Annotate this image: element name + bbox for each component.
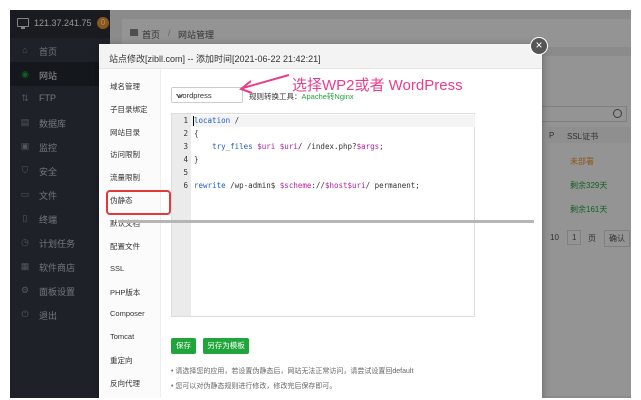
annotation-text: 选择WP2或者 WordPress <box>292 77 463 94</box>
save-as-template-button[interactable]: 另存为模板 <box>203 338 249 354</box>
modal-nav-item-14[interactable]: 防盗链 <box>99 395 161 398</box>
modal-title: 站点修改[zibll.com] -- 添加时间[2021-06-22 21:42… <box>109 54 321 64</box>
modal-nav-label: SSL <box>110 264 125 273</box>
code-line: try_files $uri $uri/ /index.php?$args; <box>212 142 384 151</box>
modal-nav-item-9[interactable]: PHP版本 <box>99 282 161 300</box>
code-line: } <box>194 155 199 164</box>
modal-nav-item-7[interactable]: 配置文件 <box>99 236 161 254</box>
rewrite-code-editor[interactable]: 1 location / 2 {3 try_files $uri $uri/ /ind… <box>171 113 475 317</box>
horizontal-scrollbar[interactable] <box>118 220 534 223</box>
modal-nav-item-2[interactable]: 网站目录 <box>99 122 161 140</box>
modal-nav-item-1[interactable]: 子目录绑定 <box>99 99 161 117</box>
modal-nav-label: Tomcat <box>110 332 135 341</box>
line-number: 3 <box>183 142 188 151</box>
modal-nav-item-10[interactable]: Composer <box>99 304 161 322</box>
modal-nav-label: 重定向 <box>110 356 133 365</box>
code-line: { <box>194 129 199 138</box>
modal-nav-item-13[interactable]: 反向代理 <box>99 373 161 391</box>
modal-nav-label: 域名管理 <box>110 82 140 91</box>
highlight-box-rewrite <box>106 190 171 215</box>
modal-nav-item-11[interactable]: Tomcat <box>99 327 161 345</box>
modal-nav-label: 网站目录 <box>110 128 140 137</box>
modal-nav-label: PHP版本 <box>110 288 141 297</box>
modal-nav-label: 反向代理 <box>110 379 140 388</box>
annotation-arrow-icon <box>238 74 290 94</box>
modal-nav-label: 访问限制 <box>110 150 140 159</box>
close-icon[interactable]: × <box>530 37 548 55</box>
modal-nav-item-3[interactable]: 访问限制 <box>99 144 161 162</box>
modal-nav-label: 子目录绑定 <box>110 105 148 114</box>
modal-nav-label: 流量限制 <box>110 173 140 182</box>
modal-title-bar: 站点修改[zibll.com] -- 添加时间[2021-06-22 21:42… <box>99 44 542 69</box>
modal-body: wordpress 规则转换工具：Apache转Nginx 1 location … <box>161 69 542 398</box>
line-number: 2 <box>183 129 188 138</box>
window-frame: 121.37.241.75 0 ⌂ 首页 ◉ 网站 ⇅ FTP ▤ 数据库 ▣ 监控 ⛉ 安全 ▭ 文件 ▯… <box>10 10 631 398</box>
tip-line-1: • 请选择您的应用，若设置伪静态后，网站无法正常访问，请尝试设置回default <box>171 368 414 375</box>
modal-nav-label: Composer <box>110 309 145 318</box>
rewrite-template-select[interactable]: wordpress <box>171 87 243 103</box>
line-number: 6 <box>183 181 188 190</box>
save-button[interactable]: 保存 <box>171 338 196 354</box>
line-number: 1 <box>183 116 188 125</box>
code-line: rewrite /wp-admin$ $scheme://$host$uri/ … <box>194 181 420 190</box>
modal-nav-label: 配置文件 <box>110 242 140 251</box>
modal-nav-item-8[interactable]: SSL <box>99 259 161 277</box>
modal-nav-item-4[interactable]: 流量限制 <box>99 167 161 185</box>
code-line: location / <box>194 116 240 125</box>
modal-nav-item-0[interactable]: 域名管理 <box>99 76 161 94</box>
modal-nav-item-12[interactable]: 重定向 <box>99 350 161 368</box>
tip-line-2: • 您可以对伪静态规则进行修改，修改完后保存即可。 <box>171 383 337 390</box>
select-value: wordpress <box>177 91 212 100</box>
modal-nav: 域名管理 子目录绑定 网站目录 访问限制 流量限制 伪静态 默认文档 配置文件 SSL PHP版本… <box>99 69 161 398</box>
line-number: 4 <box>183 155 188 164</box>
line-number: 5 <box>183 168 188 177</box>
